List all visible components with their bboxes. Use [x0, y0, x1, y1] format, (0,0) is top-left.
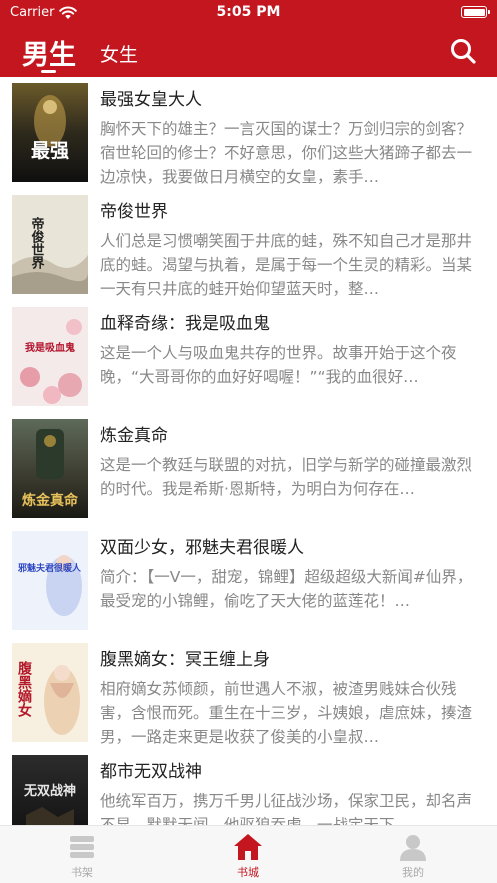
battery-icon [461, 6, 490, 18]
tab-profile-label: 我的 [402, 866, 424, 879]
book-title[interactable]: 双面少女，邪魅夫君很暖人 [100, 533, 304, 558]
book-cover[interactable]: 我是吸血鬼 [12, 307, 88, 406]
book-cover[interactable]: 帝俊世界 [12, 195, 88, 294]
book-list-item[interactable]: 腹黑嫡女 腹黑嫡女：冥王缠上身 相府嫡女苏倾颜，前世遇人不淑，被渣男贱妹合伙残害… [0, 637, 497, 749]
book-description: 胸怀天下的雄主？一言灭国的谋士？万剑归宗的剑客？宿世轮回的修士？不好意思，你们这… [100, 120, 473, 186]
search-icon[interactable] [449, 37, 477, 65]
tab-bookshelf-label: 书架 [71, 866, 93, 879]
book-list-item[interactable]: 我是吸血鬼 血释奇缘：我是吸血鬼 这是一个人与吸血鬼共存的世界。故事开始于这个夜… [0, 301, 497, 413]
bookstore-home-icon [233, 832, 263, 862]
clock: 5:05 PM [216, 4, 281, 20]
cover-title-text: 炼金真命 [22, 492, 79, 509]
book-title[interactable]: 最强女皇大人 [100, 85, 202, 110]
book-cover[interactable]: 腹黑嫡女 [12, 643, 88, 742]
cover-title-text: 无双战神 [23, 783, 76, 799]
book-title[interactable]: 腹黑嫡女：冥王缠上身 [100, 645, 270, 670]
book-cover[interactable]: 邪魅夫君很暖人 [12, 531, 88, 630]
book-list-item[interactable]: 炼金真命 炼金真命 这是一个教廷与联盟的对抗，旧学与新学的碰撞最激烈的时代。我是… [0, 413, 497, 525]
book-description: 人们总是习惯嘲笑囿于井底的蛙，殊不知自己才是那井底的蛙。渴望与执着，是属于每一个… [100, 232, 473, 298]
tab-bookshelf[interactable]: 书架 [42, 832, 122, 880]
book-description: 这是一个人与吸血鬼共存的世界。故事开始于这个夜晚，“大哥哥你的血好好喝喔！”“我… [100, 344, 457, 386]
book-cover[interactable]: 炼金真命 [12, 419, 88, 518]
book-cover[interactable]: 无双战神 [12, 755, 88, 825]
tab-female[interactable]: 女生 [100, 40, 138, 67]
tab-bookstore[interactable]: 书城 [208, 832, 288, 880]
book-list-item[interactable]: 邪魅夫君很暖人 双面少女，邪魅夫君很暖人 简介：【一V一，甜宠，锦鲤】超级超级大… [0, 525, 497, 637]
book-title[interactable]: 帝俊世界 [100, 197, 168, 222]
book-title[interactable]: 血释奇缘：我是吸血鬼 [100, 309, 270, 334]
profile-icon [398, 832, 428, 862]
cover-title-text: 我是吸血鬼 [25, 341, 75, 354]
book-description: 简介：【一V一，甜宠，锦鲤】超级超级大新闻#仙界，最受宠的小锦鲤，偷吃了天大佬的… [100, 568, 473, 610]
status-bar: Carrier 5:05 PM [0, 0, 497, 25]
tab-male[interactable]: 男生 [22, 33, 76, 72]
book-list-item[interactable]: 无双战神 都市无双战神 他统军百万，携万千男儿征战沙场，保家卫民，却名声不显，默… [0, 749, 497, 825]
book-description: 相府嫡女苏倾颜，前世遇人不淑，被渣男贱妹合伙残害，含恨而死。重生在十三岁，斗姨娘… [100, 680, 473, 746]
book-title[interactable]: 都市无双战神 [100, 757, 202, 782]
book-list-item[interactable]: 帝俊世界 帝俊世界 人们总是习惯嘲笑囿于井底的蛙，殊不知自己才是那井底的蛙。渴望… [0, 189, 497, 301]
book-cover[interactable]: 最强 [12, 83, 88, 182]
bookshelf-icon [67, 832, 97, 862]
cover-title-text: 帝俊世界 [29, 216, 45, 270]
top-nav-bar: 男生 女生 [0, 25, 497, 77]
cover-title-text: 邪魅夫君很暖人 [17, 562, 82, 574]
bottom-tab-bar: 书架 书城 我的 [0, 825, 497, 883]
cover-title-text: 最强 [31, 140, 69, 162]
tab-bookstore-label: 书城 [237, 866, 259, 879]
book-description: 他统军百万，携万千男儿征战沙场，保家卫民，却名声不显，默默无闻，他驱狼吞虎，一战… [100, 792, 473, 825]
book-list: 最强 最强女皇大人 胸怀天下的雄主？一言灭国的谋士？万剑归宗的剑客？宿世轮回的修… [0, 77, 497, 825]
book-description: 这是一个教廷与联盟的对抗，旧学与新学的碰撞最激烈的时代。我是希斯·恩斯特，为明白… [100, 456, 473, 498]
book-list-item[interactable]: 最强 最强女皇大人 胸怀天下的雄主？一言灭国的谋士？万剑归宗的剑客？宿世轮回的修… [0, 77, 497, 189]
book-title[interactable]: 炼金真命 [100, 421, 168, 446]
active-tab-indicator [41, 70, 56, 73]
tab-profile[interactable]: 我的 [373, 832, 453, 880]
cover-title-text: 腹黑嫡女 [16, 660, 32, 718]
